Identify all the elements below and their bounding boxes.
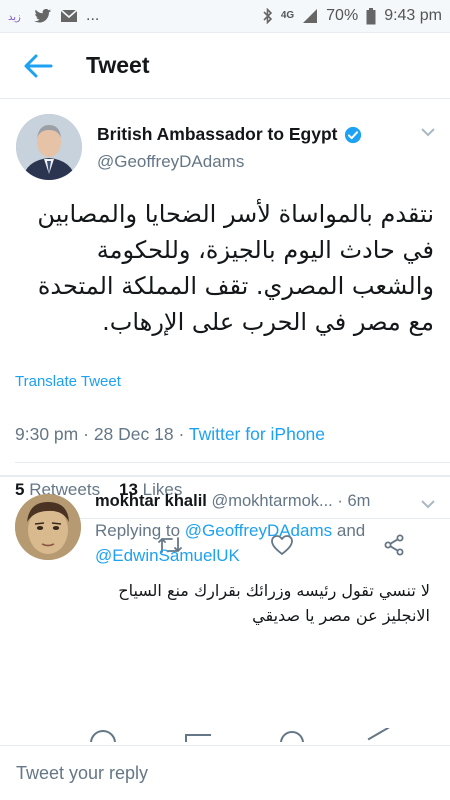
mail-icon <box>60 9 78 23</box>
tweet-options-button[interactable] <box>420 124 436 142</box>
reply-author-avatar[interactable] <box>15 494 81 560</box>
clock: 9:43 pm <box>384 7 442 24</box>
author-name-row[interactable]: British Ambassador to Egypt <box>97 124 362 145</box>
page-title: Tweet <box>86 52 150 78</box>
author-handle[interactable]: @GeoffreyDAdams <box>97 152 244 172</box>
header-bar: Tweet <box>0 33 450 99</box>
battery-percent: 70% <box>326 7 359 24</box>
network-type: 4G <box>280 10 295 21</box>
divider <box>15 462 450 463</box>
tweet-time: 9:30 pm <box>15 424 79 444</box>
battery-icon <box>366 7 376 25</box>
reply-options-button[interactable] <box>420 496 436 514</box>
replying-prefix: Replying to <box>95 521 181 540</box>
tweet-meta: 9:30 pm · 28 Dec 18 · Twitter for iPhone <box>15 424 326 444</box>
tweet-client-link[interactable]: Twitter for iPhone <box>189 424 325 444</box>
reply-author-name[interactable]: mokhtar khalil <box>95 492 207 510</box>
share-icon[interactable] <box>367 728 401 742</box>
back-arrow-icon <box>24 54 53 77</box>
back-button[interactable] <box>8 33 68 99</box>
tweet-reply-input[interactable] <box>10 754 435 792</box>
section-divider <box>0 475 450 477</box>
author-avatar[interactable] <box>16 114 82 180</box>
heart-icon[interactable] <box>275 728 309 742</box>
bluetooth-icon <box>263 8 273 24</box>
translate-tweet-link[interactable]: Translate Tweet <box>15 373 121 390</box>
retweet-icon[interactable] <box>185 734 211 742</box>
twitter-icon <box>34 8 52 24</box>
verified-badge-icon <box>344 126 361 143</box>
reply-icon[interactable] <box>90 730 116 742</box>
tweet-date: 28 Dec 18 <box>93 424 174 444</box>
reply-age: 6m <box>347 492 371 510</box>
mention-link[interactable]: @EdwinSamuelUK <box>95 546 240 565</box>
and-word: and <box>336 521 366 540</box>
reply-composer <box>0 745 450 800</box>
status-bar: زید ... 4G 70% 9:43 pm <box>0 0 450 33</box>
tweet-text: نتقدم بالمواساة لأسر الضحايا والمصابين ف… <box>37 200 434 336</box>
reply-header: mokhtar khalil @mokhtarmok... · 6m <box>95 492 371 510</box>
notification-app-icon: زید <box>8 9 26 23</box>
signal-icon <box>302 8 318 24</box>
replying-to-line: Replying to @GeoffreyDAdams and @EdwinSa… <box>95 518 425 568</box>
reply-author-handle[interactable]: @mokhtarmok... <box>211 492 332 510</box>
more-notifications: ... <box>86 7 100 24</box>
author-name[interactable]: British Ambassador to Egypt <box>97 124 338 145</box>
chevron-down-icon <box>421 500 435 509</box>
mention-link[interactable]: @GeoffreyDAdams <box>185 521 332 540</box>
reply-actions <box>0 728 450 742</box>
reply-text: لا تنسي تقول رئيسه وزرائك بقرارك منع الس… <box>118 581 430 625</box>
chevron-down-icon <box>421 128 435 137</box>
reply-tweet[interactable]: mokhtar khalil @mokhtarmok... · 6m Reply… <box>0 478 450 742</box>
svg-text:زید: زید <box>8 12 21 23</box>
